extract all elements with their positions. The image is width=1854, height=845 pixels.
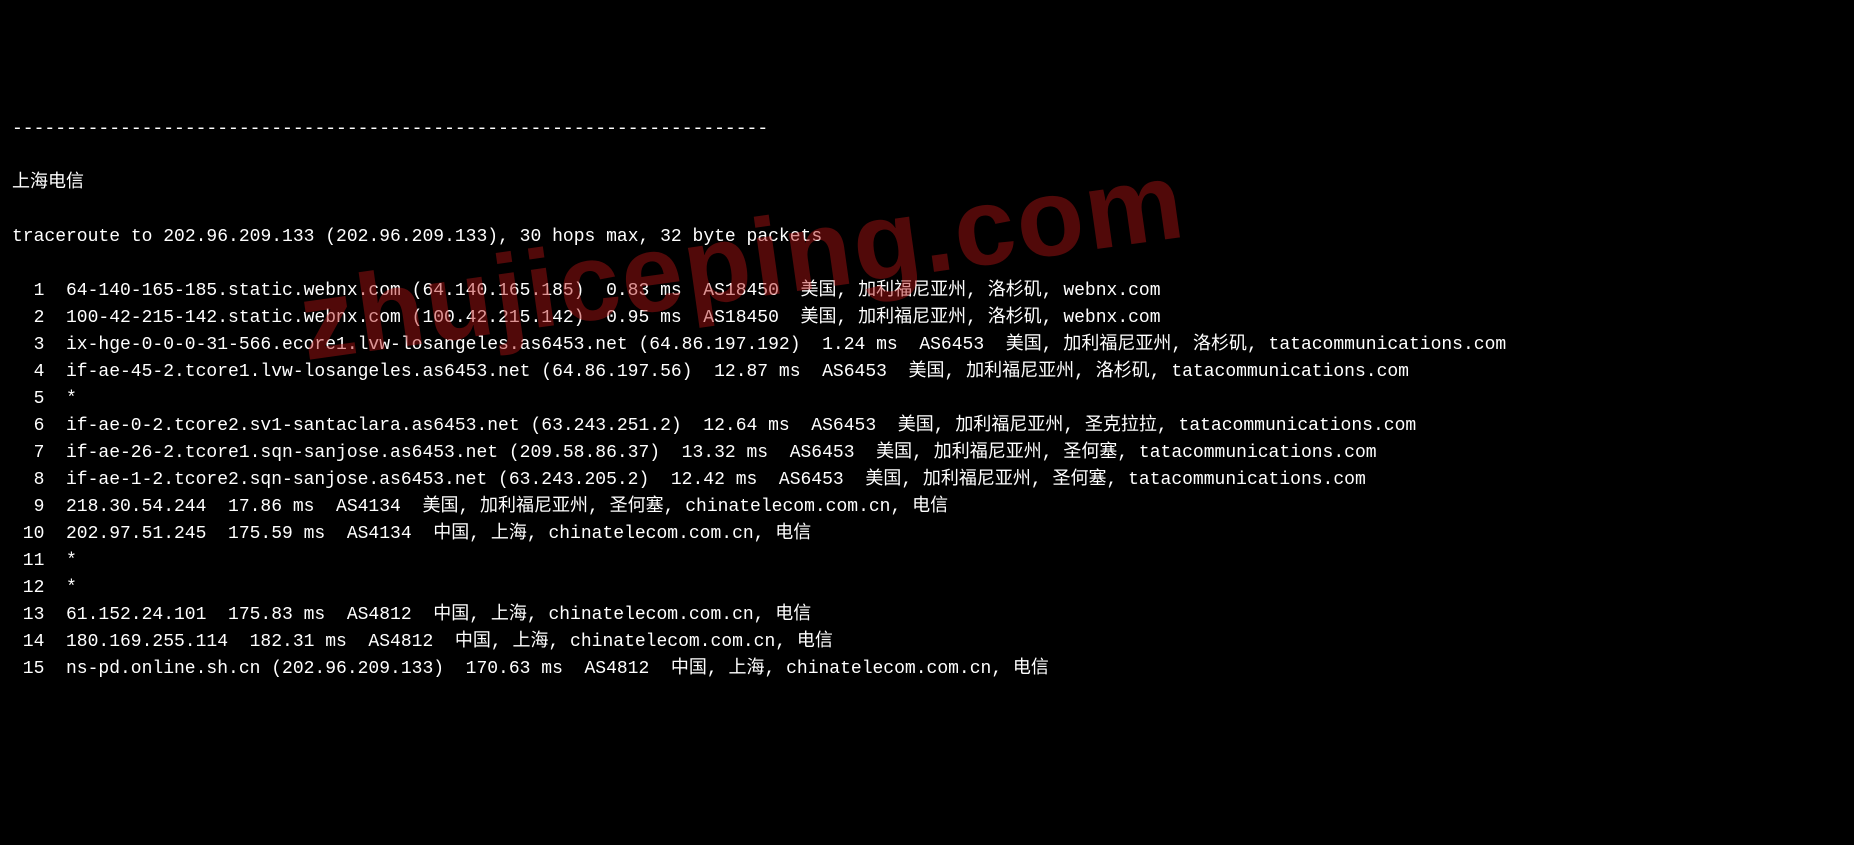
- hop-details: *: [66, 575, 77, 602]
- traceroute-hop-row: 14 180.169.255.114 182.31 ms AS4812 中国, 上…: [12, 629, 1842, 656]
- hop-number: 14: [12, 629, 44, 656]
- traceroute-hop-row: 6 if-ae-0-2.tcore2.sv1-santaclara.as6453.…: [12, 413, 1842, 440]
- hop-details: 64-140-165-185.static.webnx.com (64.140.…: [66, 278, 1161, 305]
- traceroute-hop-row: 2 100-42-215-142.static.webnx.com (100.42…: [12, 305, 1842, 332]
- hop-number: 9: [12, 494, 44, 521]
- traceroute-hop-row: 10 202.97.51.245 175.59 ms AS4134 中国, 上海,…: [12, 521, 1842, 548]
- hop-number: 4: [12, 359, 44, 386]
- hop-number: 11: [12, 548, 44, 575]
- hop-number: 12: [12, 575, 44, 602]
- traceroute-hop-row: 13 61.152.24.101 175.83 ms AS4812 中国, 上海,…: [12, 602, 1842, 629]
- hop-number: 6: [12, 413, 44, 440]
- hop-number: 5: [12, 386, 44, 413]
- hop-details: if-ae-26-2.tcore1.sqn-sanjose.as6453.net…: [66, 440, 1377, 467]
- traceroute-hop-row: 3 ix-hge-0-0-0-31-566.ecore1.lvw-losangel…: [12, 332, 1842, 359]
- traceroute-hop-row: 1 64-140-165-185.static.webnx.com (64.140…: [12, 278, 1842, 305]
- hop-details: if-ae-0-2.tcore2.sv1-santaclara.as6453.n…: [66, 413, 1416, 440]
- hop-details: 202.97.51.245 175.59 ms AS4134 中国, 上海, c…: [66, 521, 811, 548]
- hop-number: 10: [12, 521, 44, 548]
- traceroute-hop-row: 12 *: [12, 575, 1842, 602]
- traceroute-hop-row: 9 218.30.54.244 17.86 ms AS4134 美国, 加利福尼亚…: [12, 494, 1842, 521]
- hop-details: *: [66, 548, 77, 575]
- hop-details: *: [66, 386, 77, 413]
- hop-details: ix-hge-0-0-0-31-566.ecore1.lvw-losangele…: [66, 332, 1506, 359]
- hop-number: 1: [12, 278, 44, 305]
- traceroute-hop-row: 4 if-ae-45-2.tcore1.lvw-losangeles.as6453…: [12, 359, 1842, 386]
- hop-details: if-ae-45-2.tcore1.lvw-losangeles.as6453.…: [66, 359, 1409, 386]
- traceroute-hop-row: 15 ns-pd.online.sh.cn (202.96.209.133) 17…: [12, 656, 1842, 683]
- traceroute-command: traceroute to 202.96.209.133 (202.96.209…: [12, 224, 1842, 251]
- hop-number: 15: [12, 656, 44, 683]
- traceroute-hop-row: 7 if-ae-26-2.tcore1.sqn-sanjose.as6453.ne…: [12, 440, 1842, 467]
- hop-number: 7: [12, 440, 44, 467]
- hop-number: 2: [12, 305, 44, 332]
- traceroute-hop-row: 5*: [12, 386, 1842, 413]
- hop-details: 100-42-215-142.static.webnx.com (100.42.…: [66, 305, 1161, 332]
- hop-details: 61.152.24.101 175.83 ms AS4812 中国, 上海, c…: [66, 602, 811, 629]
- traceroute-hop-row: 8 if-ae-1-2.tcore2.sqn-sanjose.as6453.net…: [12, 467, 1842, 494]
- hop-number: 13: [12, 602, 44, 629]
- hop-details: if-ae-1-2.tcore2.sqn-sanjose.as6453.net …: [66, 467, 1366, 494]
- hop-details: 180.169.255.114 182.31 ms AS4812 中国, 上海,…: [66, 629, 833, 656]
- separator-line: ----------------------------------------…: [12, 116, 1842, 143]
- hop-details: 218.30.54.244 17.86 ms AS4134 美国, 加利福尼亚州…: [66, 494, 948, 521]
- hop-number: 3: [12, 332, 44, 359]
- isp-title: 上海电信: [12, 170, 1842, 197]
- hop-details: ns-pd.online.sh.cn (202.96.209.133) 170.…: [66, 656, 1049, 683]
- traceroute-hops: 1 64-140-165-185.static.webnx.com (64.140…: [12, 278, 1842, 683]
- traceroute-hop-row: 11 *: [12, 548, 1842, 575]
- hop-number: 8: [12, 467, 44, 494]
